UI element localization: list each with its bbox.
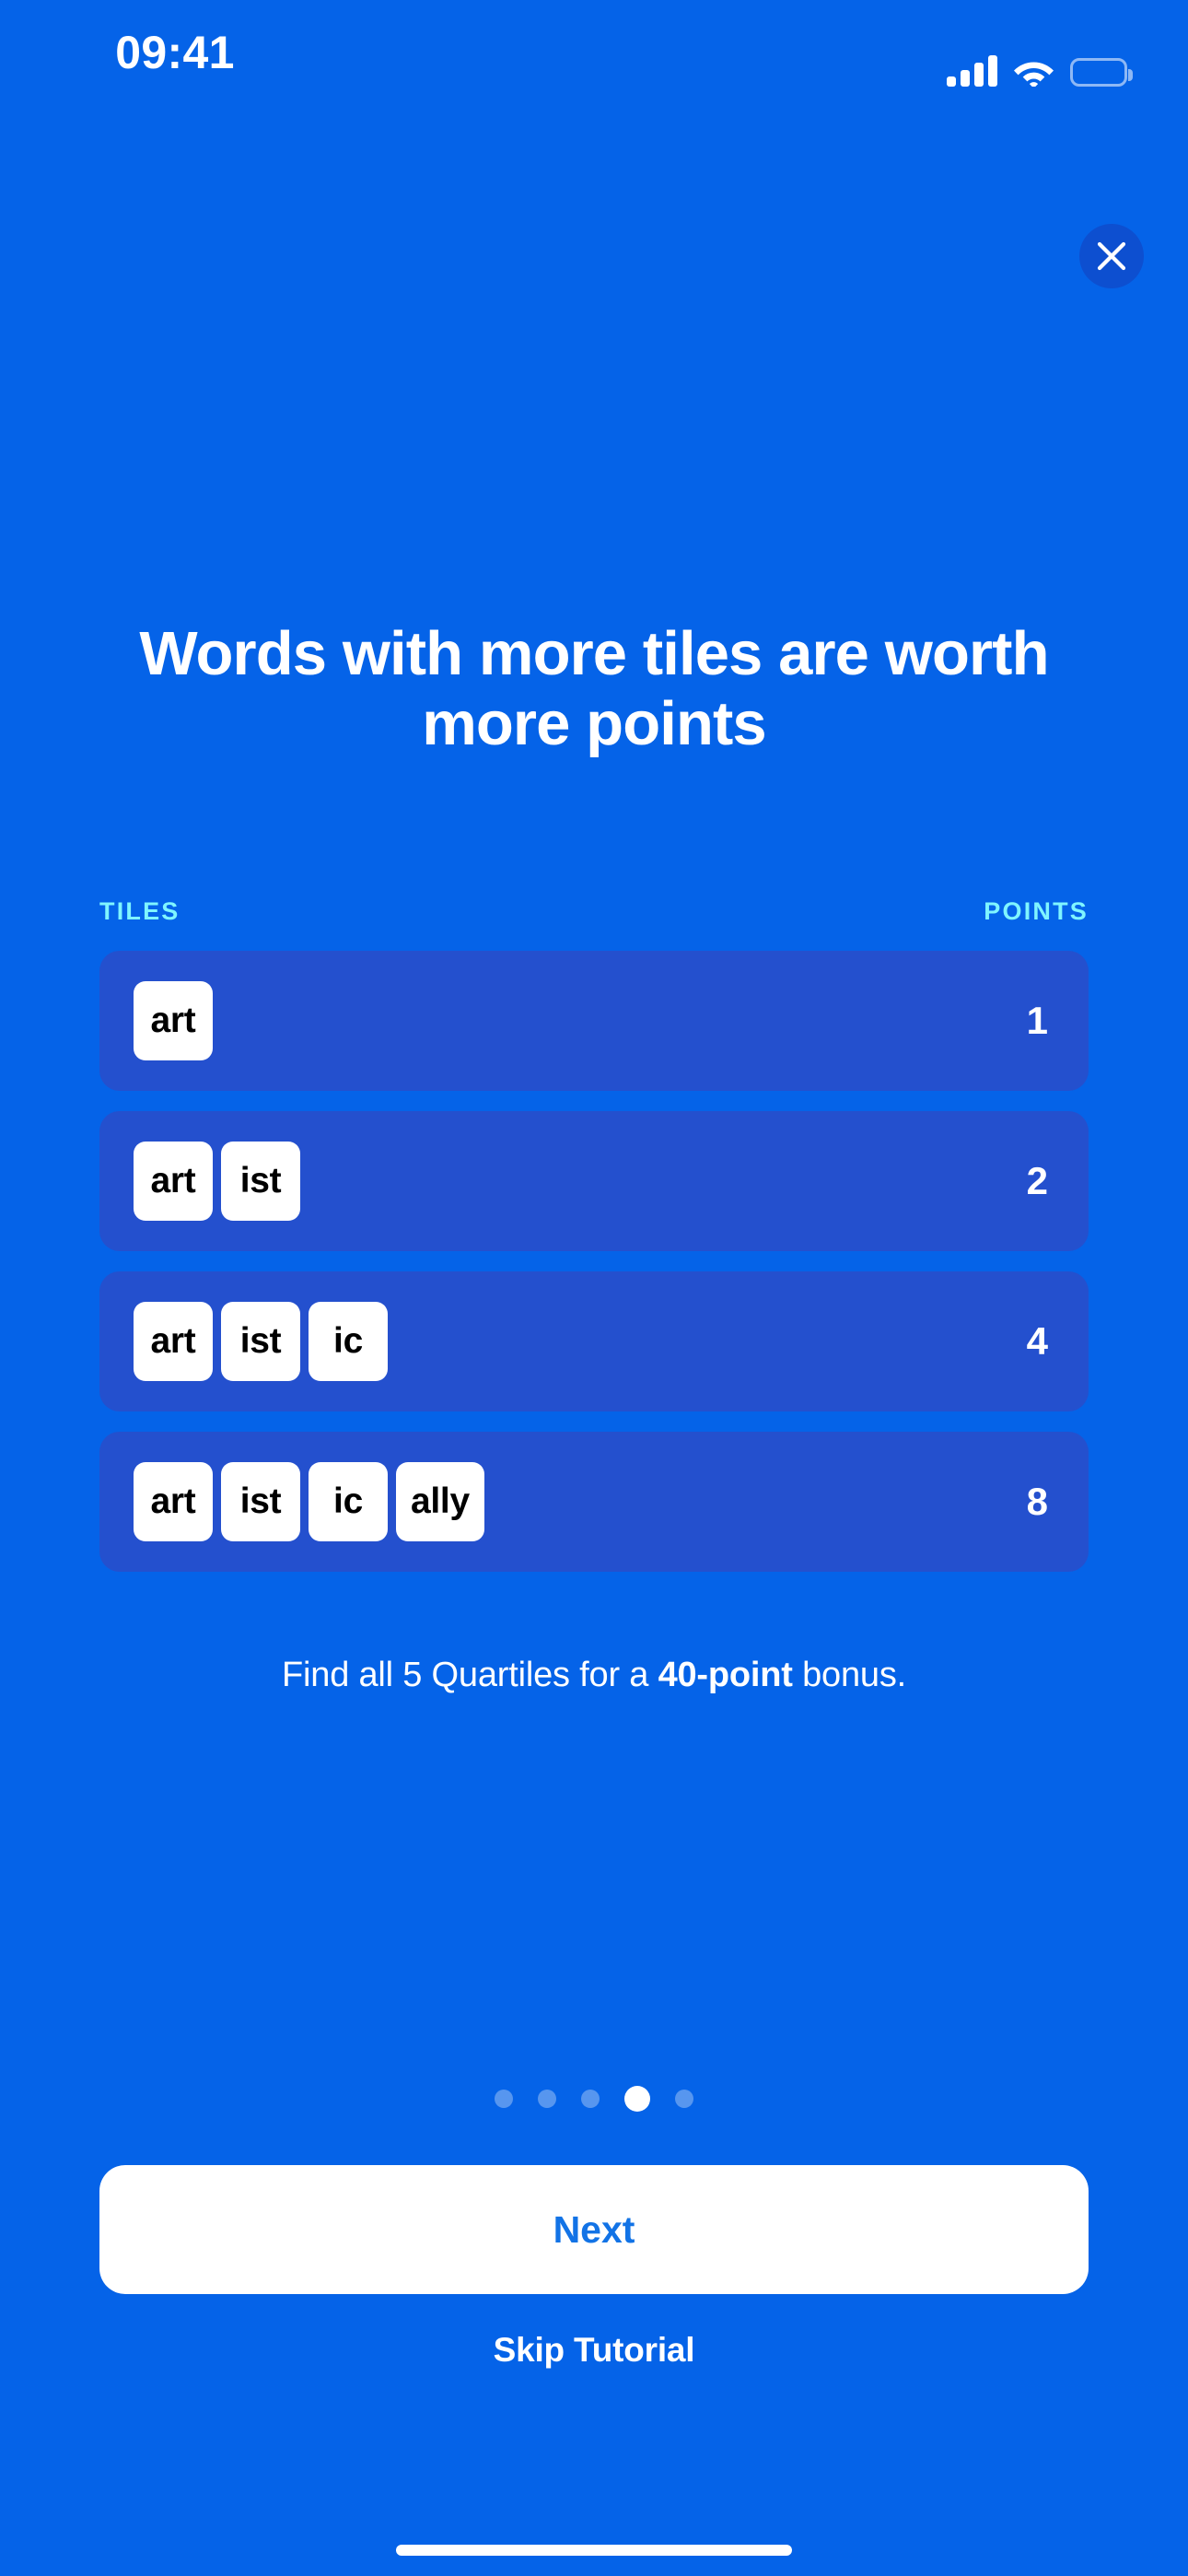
cellular-signal-icon bbox=[947, 55, 997, 87]
wifi-icon bbox=[1013, 56, 1054, 88]
tile-group: art ist ic ally bbox=[134, 1462, 1011, 1541]
word-tile: art bbox=[134, 981, 213, 1060]
close-icon bbox=[1097, 241, 1126, 271]
tutorial-screen: 09:41 Words with more tiles are worth mo… bbox=[0, 0, 1188, 2576]
table-row: art ist ic ally 8 bbox=[99, 1432, 1089, 1572]
page-title: Words with more tiles are worth more poi… bbox=[139, 619, 1049, 758]
points-value: 1 bbox=[1026, 999, 1048, 1042]
word-tile: art bbox=[134, 1462, 213, 1541]
word-tile: art bbox=[134, 1302, 213, 1381]
points-value: 4 bbox=[1026, 1319, 1048, 1363]
points-value: 8 bbox=[1026, 1480, 1048, 1523]
table-row: art ist 2 bbox=[99, 1111, 1089, 1251]
status-bar-icons bbox=[947, 44, 1133, 88]
skip-tutorial-button[interactable]: Skip Tutorial bbox=[0, 2331, 1188, 2370]
tile-group: art bbox=[134, 981, 1011, 1060]
scoring-table-header: TILES POINTS bbox=[99, 897, 1089, 926]
table-row: art 1 bbox=[99, 951, 1089, 1091]
scoring-table-rows: art 1 art ist 2 art ist ic 4 art ist ic ally 8 bbox=[99, 951, 1089, 1572]
column-header-points: POINTS bbox=[984, 897, 1089, 925]
home-indicator bbox=[396, 2545, 792, 2556]
tile-group: art ist ic bbox=[134, 1302, 1011, 1381]
table-row: art ist ic 4 bbox=[99, 1271, 1089, 1411]
bonus-text: Find all 5 Quartiles for a 40-point bonu… bbox=[0, 1656, 1188, 1695]
pagination-dot[interactable] bbox=[675, 2090, 693, 2108]
word-tile: ist bbox=[221, 1142, 300, 1221]
column-header-tiles: TILES bbox=[99, 897, 181, 925]
word-tile: ic bbox=[309, 1302, 388, 1381]
status-bar: 09:41 bbox=[0, 0, 1188, 101]
word-tile: ally bbox=[396, 1462, 484, 1541]
bonus-text-suffix: bonus. bbox=[792, 1656, 906, 1694]
pagination-dots[interactable] bbox=[0, 2084, 1188, 2113]
pagination-dot[interactable] bbox=[495, 2090, 513, 2108]
next-button[interactable]: Next bbox=[99, 2165, 1089, 2294]
bonus-text-prefix: Find all 5 Quartiles for a bbox=[282, 1656, 658, 1694]
close-button[interactable] bbox=[1079, 224, 1144, 288]
pagination-dot[interactable] bbox=[538, 2090, 556, 2108]
word-tile: ic bbox=[309, 1462, 388, 1541]
tile-group: art ist bbox=[134, 1142, 1011, 1221]
word-tile: ist bbox=[221, 1302, 300, 1381]
status-bar-time: 09:41 bbox=[115, 27, 235, 78]
pagination-dot[interactable] bbox=[624, 2086, 650, 2112]
word-tile: ist bbox=[221, 1462, 300, 1541]
battery-full-icon bbox=[1070, 58, 1133, 87]
bonus-text-emphasis: 40-point bbox=[658, 1656, 793, 1694]
pagination-dot[interactable] bbox=[581, 2090, 600, 2108]
word-tile: art bbox=[134, 1142, 213, 1221]
points-value: 2 bbox=[1026, 1159, 1048, 1202]
